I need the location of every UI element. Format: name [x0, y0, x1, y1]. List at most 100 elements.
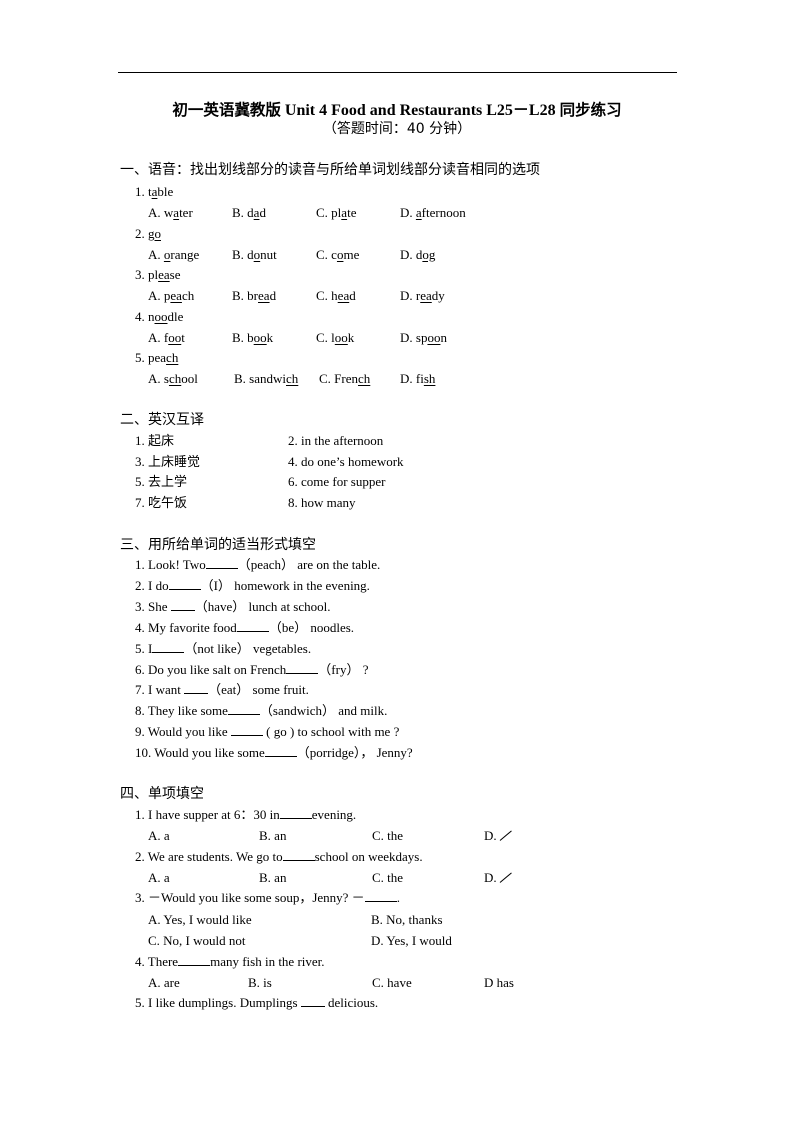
fill-blank-item: 1. Look! Two （peach） are on the table.: [135, 557, 381, 572]
title-cn-suffix: 同步练习: [559, 101, 622, 119]
fill-blank-item: 3. She （have） lunch at school.: [135, 598, 331, 614]
underlined-sound: a: [341, 205, 348, 220]
translation-item: 8. how many: [288, 495, 356, 511]
question-word: 4. noodle: [135, 308, 184, 324]
mc-option[interactable]: A. Yes, I would like: [148, 912, 252, 928]
mc-option[interactable]: D has: [484, 975, 514, 991]
option-a: A. water: [148, 205, 193, 220]
option-d: D. spoon: [400, 329, 447, 345]
underlined-sound: a: [253, 205, 260, 220]
underlined-sound: ea: [337, 288, 350, 303]
answer-blank[interactable]: [230, 724, 263, 737]
mc-option[interactable]: A. a: [148, 828, 170, 844]
option-a: A. foot: [148, 329, 185, 345]
mc-option[interactable]: C. the: [372, 828, 403, 844]
fill-blank-item: 4. My favorite food （be） noodles.: [135, 619, 355, 635]
answer-blank[interactable]: [168, 578, 201, 590]
underlined-sound: a: [173, 205, 180, 220]
option-c: C. look: [316, 329, 355, 345]
mc-option[interactable]: D.: [484, 828, 512, 844]
underlined-sound: oo: [334, 329, 348, 345]
underlined-sound: oo: [253, 329, 267, 345]
translation-text: do one’s homework: [301, 453, 404, 469]
fill-blank-item: 9. Would you like ( go ) to school with …: [135, 724, 400, 740]
answer-blank[interactable]: [282, 849, 315, 861]
mc-option[interactable]: C. have: [372, 975, 412, 991]
answer-blank[interactable]: [364, 890, 397, 902]
word-hint: （I）: [200, 577, 231, 593]
time-limit: （答题时间：40 分钟）: [322, 121, 472, 137]
underlined-sound: ch: [358, 371, 371, 386]
option-b: B. sandwich: [234, 371, 299, 386]
option-a: A. school: [148, 371, 198, 386]
word-hint: （be）: [268, 619, 308, 635]
mc-option[interactable]: B. is: [248, 975, 272, 991]
question-word: 1. table: [135, 184, 174, 199]
mc-option[interactable]: A. are: [148, 975, 180, 991]
answer-blank[interactable]: [170, 599, 195, 611]
mc-option[interactable]: C. the: [372, 870, 403, 886]
translation-item: 7. 吃午饭: [135, 495, 188, 512]
answer-blank[interactable]: [184, 682, 209, 695]
underlined-sound: oo: [168, 329, 182, 345]
answer-blank[interactable]: [227, 703, 260, 716]
answer-blank[interactable]: [286, 662, 319, 674]
section4-heading: 四、单项填空: [120, 786, 204, 802]
mc-option[interactable]: D. Yes, I would: [371, 933, 452, 949]
answer-blank[interactable]: [178, 954, 211, 966]
header-rule: [118, 72, 677, 73]
option-b: B. donut: [232, 246, 277, 262]
translation-item: 2. in the afternoon: [288, 433, 384, 448]
underlined-sound: sh: [423, 371, 436, 386]
answer-blank[interactable]: [264, 745, 297, 758]
translation-item: 3. 上床睡觉: [135, 453, 201, 470]
answer-blank[interactable]: [279, 807, 312, 819]
mc-question: 3. －Would you like some soup，Jenny? －.: [135, 890, 400, 905]
translation-text: come for supper: [301, 474, 386, 490]
question-word: 3. please: [135, 267, 181, 282]
word-hint: （eat）: [208, 682, 250, 698]
section2-heading: 二、英汉互译: [120, 412, 204, 428]
option-d: D. ready: [400, 288, 445, 303]
mc-option[interactable]: D.: [484, 870, 512, 886]
mc-option[interactable]: B. an: [259, 828, 286, 844]
fill-blank-item: 7. I want （eat） some fruit.: [135, 682, 309, 698]
answer-blank[interactable]: [152, 641, 185, 653]
question-word: 2. go: [135, 225, 161, 241]
translation-item: 1. 起床: [135, 433, 175, 449]
mc-question: 2. We are students. We go to school on we…: [135, 849, 423, 864]
option-b: B. book: [232, 329, 274, 345]
mc-option[interactable]: A. a: [148, 870, 170, 886]
answer-blank[interactable]: [300, 995, 325, 1007]
underlined-sound: ea: [420, 288, 432, 303]
mc-question: 5. I like dumplings. Dumplings delicious…: [135, 995, 379, 1010]
section3-heading: 三、用所给单词的适当形式填空: [120, 537, 316, 553]
underlined-sound: o: [336, 246, 344, 262]
option-c: C. come: [316, 246, 360, 262]
mc-option[interactable]: B. an: [259, 870, 286, 886]
option-c: C. head: [316, 288, 356, 303]
word-hint: （fry）: [318, 661, 360, 677]
word-hint: ( go ): [262, 724, 298, 740]
option-c: C. plate: [316, 205, 357, 220]
answer-blank[interactable]: [236, 620, 269, 632]
mc-option[interactable]: C. No, I would not: [148, 933, 246, 949]
translation-item: 6. come for supper: [288, 474, 386, 490]
translation-text: in the afternoon: [301, 433, 384, 448]
underlined-sound: ea: [258, 288, 270, 303]
mc-option[interactable]: B. No, thanks: [371, 912, 443, 928]
translation-text: 吃午饭: [148, 496, 188, 512]
option-b: B. dad: [232, 205, 266, 220]
underlined-sound: og: [422, 246, 436, 262]
page-title: 初一英语冀教版 Unit 4 Food and Restaurants L25－…: [0, 96, 794, 120]
slash-no-article-icon: [500, 871, 512, 883]
option-b: B. bread: [232, 288, 277, 303]
underlined-sound: oo: [154, 308, 168, 324]
fill-blank-item: 6. Do you like salt on French （fry） ?: [135, 661, 369, 677]
fill-blank-item: 2. I do （I） homework in the evening.: [135, 577, 370, 593]
mc-question: 4. There many fish in the river.: [135, 954, 325, 969]
fill-blank-item: 5. I （not like） vegetables.: [135, 640, 312, 656]
underlined-sound: ch: [286, 371, 299, 386]
title-cn-prefix: 初一英语冀教版: [172, 101, 281, 119]
answer-blank[interactable]: [205, 557, 238, 569]
